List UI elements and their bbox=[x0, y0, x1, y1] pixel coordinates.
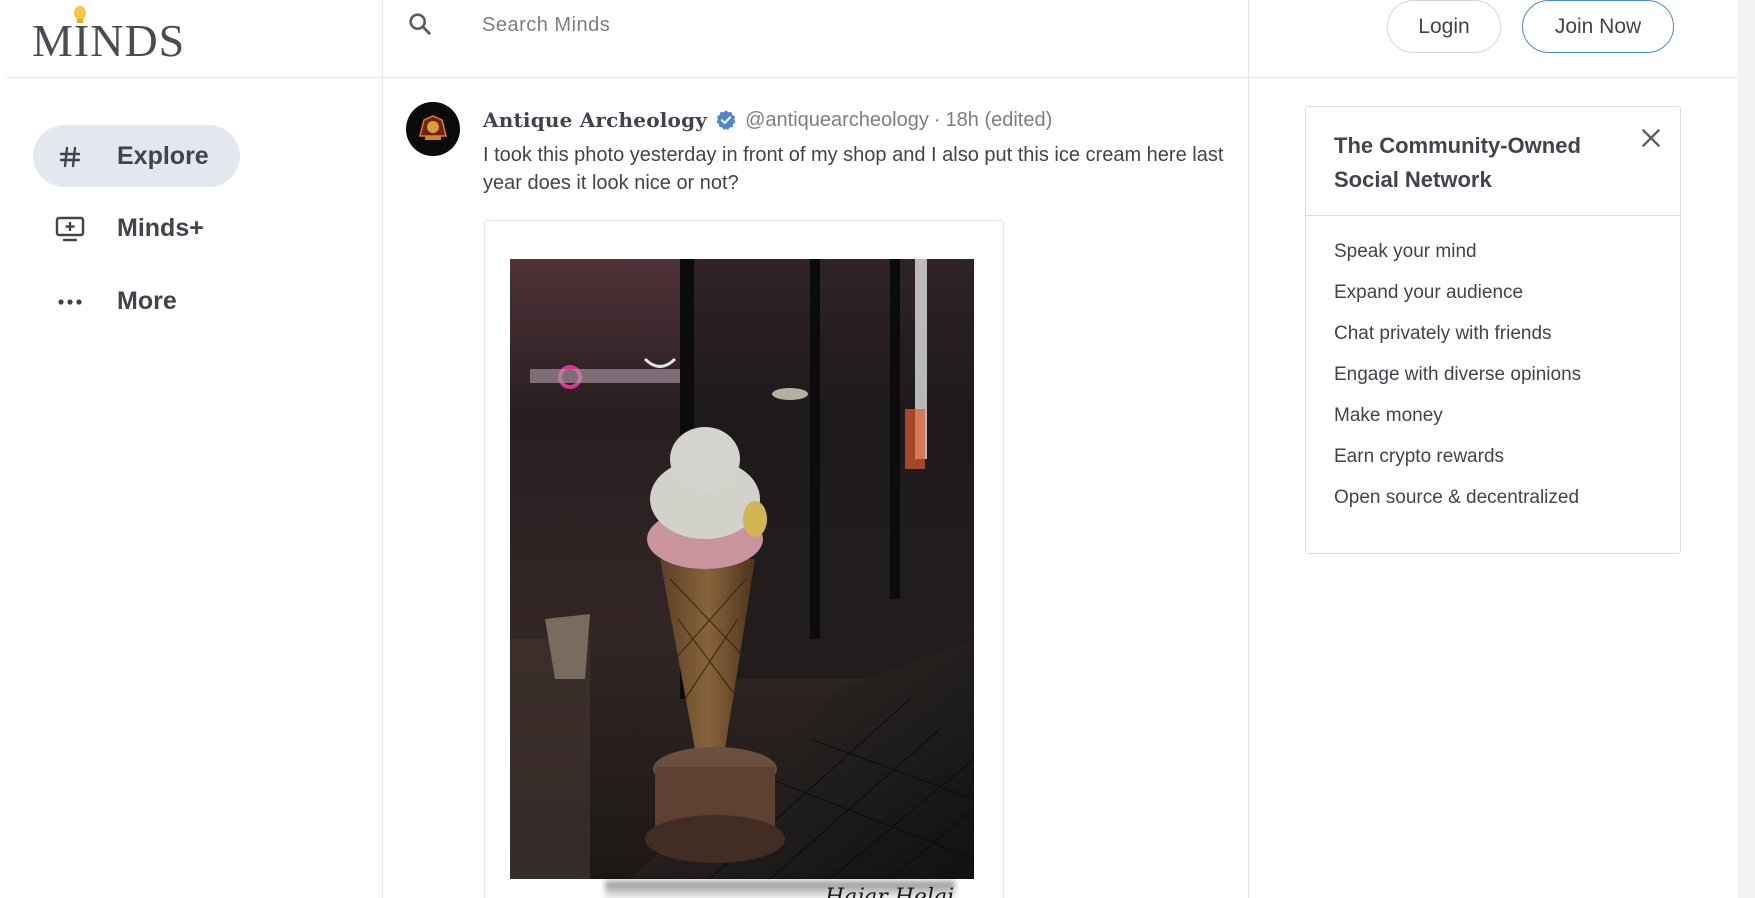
left-column-divider bbox=[382, 0, 383, 898]
feature-item: Expand your audience bbox=[1334, 282, 1524, 303]
feature-item: Speak your mind bbox=[1334, 241, 1477, 262]
feature-item: Earn crypto rewards bbox=[1334, 446, 1505, 467]
more-dots-icon bbox=[55, 287, 85, 317]
join-now-button[interactable]: Join Now bbox=[1522, 0, 1674, 53]
author-name[interactable]: Antique Archeology bbox=[483, 108, 707, 132]
nav-item-explore[interactable]: Explore bbox=[33, 125, 240, 187]
ice-cream-photo[interactable] bbox=[510, 259, 974, 879]
avatar-emblem-icon bbox=[406, 102, 460, 156]
author-handle[interactable]: @antiquearcheology bbox=[745, 109, 929, 132]
nav-label-explore: Explore bbox=[117, 141, 209, 170]
post-timestamp[interactable]: 18h (edited) bbox=[946, 109, 1053, 132]
post-text: I took this photo yesterday in front of … bbox=[483, 144, 1224, 194]
feature-item: Engage with diverse opinions bbox=[1334, 364, 1582, 385]
logo-wordmark: MINDS bbox=[32, 15, 186, 66]
top-bar: MINDS Login Join Now bbox=[0, 0, 1755, 78]
search-icon[interactable] bbox=[406, 10, 434, 38]
page-scrollbar[interactable] bbox=[1738, 0, 1755, 898]
search-input[interactable] bbox=[482, 10, 1182, 40]
minds-logo[interactable]: MINDS bbox=[32, 6, 192, 64]
hashtag-icon bbox=[55, 142, 85, 172]
card-title: The Community-Owned Social Network bbox=[1334, 133, 1581, 192]
feature-list: Speak your mind Expand your audience Cha… bbox=[1334, 241, 1581, 528]
close-icon[interactable] bbox=[1638, 125, 1664, 151]
community-card: The Community-Owned Social Network Speak… bbox=[1305, 106, 1681, 554]
verified-badge-icon bbox=[716, 110, 736, 130]
author-avatar[interactable] bbox=[406, 102, 460, 156]
header-divider bbox=[6, 77, 1738, 78]
tv-plus-icon bbox=[55, 214, 85, 244]
post-header: Antique Archeology @antiquearcheology · … bbox=[483, 105, 1052, 135]
right-column-divider bbox=[1248, 0, 1249, 898]
feature-item: Chat privately with friends bbox=[1334, 323, 1552, 344]
login-button[interactable]: Login bbox=[1387, 0, 1501, 53]
photo-signature: Hajar Helai bbox=[825, 885, 955, 898]
card-divider bbox=[1306, 215, 1680, 216]
nav-item-minds-plus[interactable]: Minds+ bbox=[33, 197, 240, 259]
meta-separator: · bbox=[933, 108, 941, 131]
nav-label-more: More bbox=[117, 286, 177, 315]
search-bar[interactable] bbox=[382, 0, 1247, 50]
feature-item: Make money bbox=[1334, 405, 1443, 426]
nav-label-minds-plus: Minds+ bbox=[117, 213, 204, 242]
nav-item-more[interactable]: More bbox=[33, 270, 240, 332]
post-media[interactable]: Hajar Helai bbox=[484, 220, 1004, 898]
feature-item: Open source & decentralized bbox=[1334, 487, 1580, 508]
